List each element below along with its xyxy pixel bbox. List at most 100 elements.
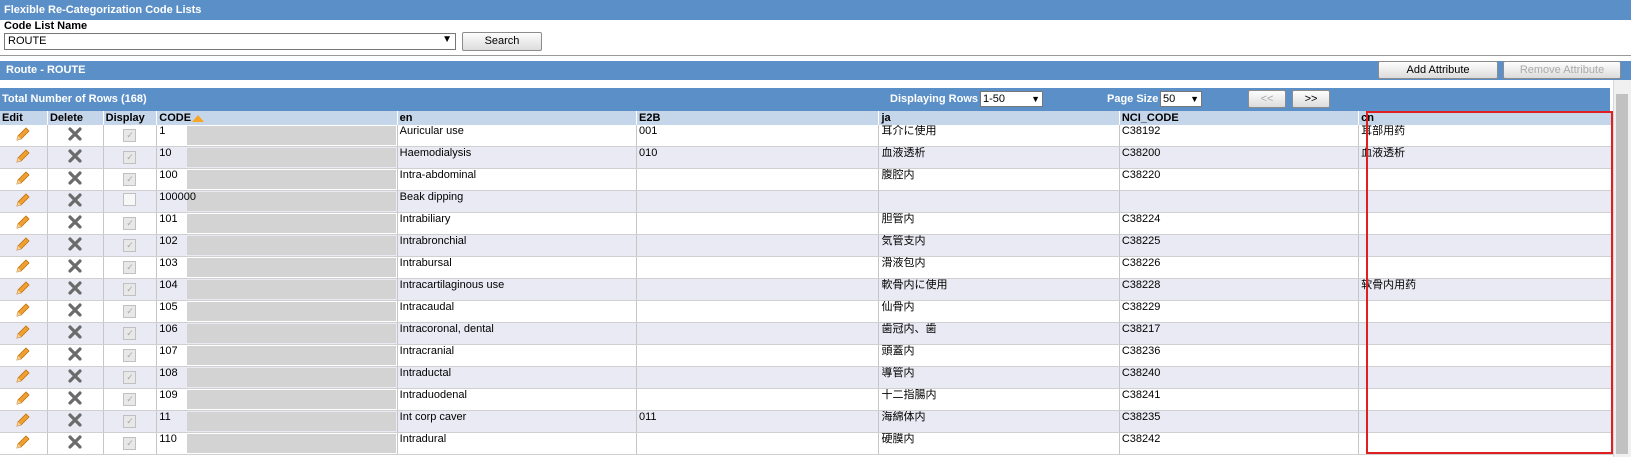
display-checkbox-icon[interactable] <box>123 193 137 206</box>
display-checkbox-icon[interactable]: ✓ <box>123 305 137 318</box>
table-row[interactable]: ✓ 100 Intra-abdominal 腹腔内 C38220 <box>0 168 1613 191</box>
sort-asc-icon <box>192 114 205 122</box>
en-cell: Int corp caver <box>397 410 638 433</box>
delete-x-icon[interactable] <box>68 324 82 342</box>
pencil-icon[interactable] <box>15 302 31 322</box>
display-checkbox-icon[interactable]: ✓ <box>123 349 137 362</box>
ja-cell: 気管支内 <box>878 234 1120 257</box>
delete-x-icon[interactable] <box>68 236 82 254</box>
display-checkbox-icon[interactable]: ✓ <box>123 239 137 252</box>
delete-x-icon[interactable] <box>68 170 82 188</box>
en-cell: Intracranial <box>397 344 638 367</box>
table-row[interactable]: ✓ 105 Intracaudal 仙骨内 C38229 <box>0 300 1613 323</box>
column-header-cn[interactable]: cn <box>1358 111 1613 125</box>
ja-cell: 軟骨内に使用 <box>878 278 1120 301</box>
pencil-icon[interactable] <box>15 192 31 212</box>
table-row[interactable]: ✓ 10 Haemodialysis 010 血液透析 C38200 血液透析 <box>0 146 1613 169</box>
delete-x-icon[interactable] <box>68 126 82 144</box>
display-checkbox-icon[interactable]: ✓ <box>123 129 137 142</box>
pencil-icon[interactable] <box>15 236 31 256</box>
pencil-icon[interactable] <box>15 412 31 432</box>
table-row[interactable]: ✓ 106 Intracoronal, dental 歯冠内、歯 C38217 <box>0 322 1613 345</box>
display-checkbox-icon[interactable]: ✓ <box>123 261 137 274</box>
display-checkbox-icon[interactable]: ✓ <box>123 173 137 186</box>
nci-code-cell: C38225 <box>1119 234 1360 257</box>
column-header-code[interactable]: CODE <box>156 111 398 125</box>
code-cell: 108 <box>156 366 398 389</box>
table-row[interactable]: ✓ 102 Intrabronchial 気管支内 C38225 <box>0 234 1613 257</box>
display-checkbox-icon[interactable]: ✓ <box>123 283 137 296</box>
e2b-cell: 001 <box>636 125 880 147</box>
table-row[interactable]: 100000 Beak dipping <box>0 190 1613 213</box>
delete-x-icon[interactable] <box>68 368 82 386</box>
delete-x-icon[interactable] <box>68 192 82 210</box>
delete-x-icon[interactable] <box>68 280 82 298</box>
pencil-icon[interactable] <box>15 126 31 146</box>
code-cell-shade <box>187 302 396 321</box>
pencil-icon[interactable] <box>15 434 31 454</box>
previous-page-button[interactable]: << <box>1248 90 1286 108</box>
table-row[interactable]: ✓ 107 Intracranial 頭蓋内 C38236 <box>0 344 1613 367</box>
table-row[interactable]: ✓ 103 Intrabursal 滑液包内 C38226 <box>0 256 1613 279</box>
code-list-select[interactable]: ROUTE ▼ <box>4 33 456 50</box>
pencil-icon[interactable] <box>15 280 31 300</box>
pencil-icon[interactable] <box>15 170 31 190</box>
scrollbar-thumb[interactable] <box>1616 94 1628 454</box>
column-header-e2b[interactable]: E2B <box>636 111 880 125</box>
code-cell-shade <box>187 346 396 365</box>
delete-x-icon[interactable] <box>68 148 82 166</box>
display-checkbox-icon[interactable]: ✓ <box>123 437 137 450</box>
delete-x-icon[interactable] <box>68 390 82 408</box>
pencil-icon[interactable] <box>15 368 31 388</box>
displaying-rows-select[interactable]: 1-50 ▼ <box>980 91 1043 107</box>
pencil-icon[interactable] <box>15 390 31 410</box>
column-header-delete[interactable]: Delete <box>47 111 104 125</box>
cn-cell <box>1358 410 1613 433</box>
vertical-scrollbar[interactable] <box>1613 80 1631 457</box>
table-row[interactable]: ✓ 104 Intracartilaginous use 軟骨内に使用 C38228 软骨… <box>0 278 1613 301</box>
table-row[interactable]: ✓ 110 Intradural 硬膜内 C38242 <box>0 432 1613 455</box>
table-row[interactable]: ✓ 109 Intraduodenal 十二指腸内 C38241 <box>0 388 1613 411</box>
display-checkbox-icon[interactable]: ✓ <box>123 393 137 406</box>
column-header-en[interactable]: en <box>397 111 638 125</box>
table-row[interactable]: ✓ 108 Intraductal 導管内 C38240 <box>0 366 1613 389</box>
code-value: 102 <box>159 235 178 247</box>
delete-x-icon[interactable] <box>68 346 82 364</box>
pencil-icon[interactable] <box>15 346 31 366</box>
pencil-icon[interactable] <box>15 258 31 278</box>
pencil-icon[interactable] <box>15 214 31 234</box>
display-checkbox-icon[interactable]: ✓ <box>123 415 137 428</box>
next-page-button[interactable]: >> <box>1292 90 1330 108</box>
table-row[interactable]: ✓ 11 Int corp caver 011 海綿体内 C38235 <box>0 410 1613 433</box>
section-title: Route - ROUTE <box>6 64 86 76</box>
display-checkbox-icon[interactable]: ✓ <box>123 327 137 340</box>
column-header-display[interactable]: Display <box>103 111 158 125</box>
delete-x-icon[interactable] <box>68 412 82 430</box>
ja-cell: 血液透析 <box>878 146 1120 169</box>
table-row[interactable]: ✓ 101 Intrabiliary 胆管内 C38224 <box>0 212 1613 235</box>
nci-code-cell: C38220 <box>1119 168 1360 191</box>
search-button[interactable]: Search <box>462 32 542 51</box>
display-cell: ✓ <box>103 300 158 323</box>
page-size-select[interactable]: 50 ▼ <box>1160 91 1202 107</box>
edit-cell <box>0 344 48 367</box>
page-size-value: 50 <box>1163 93 1176 105</box>
delete-x-icon[interactable] <box>68 214 82 232</box>
delete-x-icon[interactable] <box>68 434 82 452</box>
divider <box>0 55 1631 56</box>
column-header-ja[interactable]: ja <box>878 111 1120 125</box>
display-checkbox-icon[interactable]: ✓ <box>123 217 137 230</box>
delete-x-icon[interactable] <box>68 258 82 276</box>
display-checkbox-icon[interactable]: ✓ <box>123 371 137 384</box>
remove-attribute-button[interactable]: Remove Attribute <box>1503 61 1621 79</box>
pencil-icon[interactable] <box>15 148 31 168</box>
table-row[interactable]: ✓ 1 Auricular use 001 耳介に使用 C38192 耳部用药 <box>0 125 1613 147</box>
delete-cell <box>47 125 104 147</box>
delete-cell <box>47 410 104 433</box>
display-checkbox-icon[interactable]: ✓ <box>123 151 137 164</box>
column-header-edit[interactable]: Edit <box>0 111 48 125</box>
add-attribute-button[interactable]: Add Attribute <box>1378 61 1498 79</box>
column-header-nci-code[interactable]: NCI_CODE <box>1119 111 1360 125</box>
delete-x-icon[interactable] <box>68 302 82 320</box>
pencil-icon[interactable] <box>15 324 31 344</box>
